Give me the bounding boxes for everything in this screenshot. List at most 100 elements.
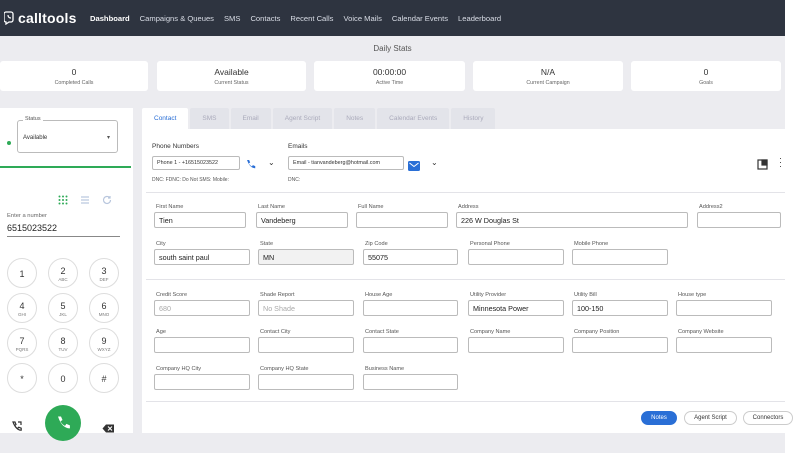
list-icon[interactable] <box>80 192 93 210</box>
zip-code-field[interactable]: 55075 <box>363 249 458 265</box>
backspace-icon[interactable] <box>102 420 115 438</box>
nav-campaigns-queues[interactable]: Campaigns & Queues <box>140 14 214 23</box>
contact-state-field[interactable] <box>363 337 458 353</box>
phone-options-chevron-icon[interactable]: ⌄ <box>268 158 275 167</box>
status-select[interactable]: Status Available ▾ <box>17 116 118 153</box>
tab-history[interactable]: History <box>451 108 496 129</box>
first-name-field[interactable]: Tien <box>154 212 246 228</box>
notes-button[interactable]: Notes <box>641 411 677 425</box>
tab-agent-script[interactable]: Agent Script <box>272 108 333 129</box>
stat-card-completed-calls: 0 Completed Calls <box>0 61 148 91</box>
dialer-panel: Status Available ▾ Enter a number 651502… <box>0 108 133 441</box>
nav-dashboard[interactable]: Dashboard <box>90 14 130 23</box>
phone-number-select[interactable]: Phone 1 - +16515023522 <box>152 156 240 170</box>
stat-value: Available <box>214 67 249 77</box>
call-button[interactable] <box>45 405 81 441</box>
full-name-field[interactable] <box>356 212 448 228</box>
number-input[interactable]: 6515023522 <box>7 223 57 233</box>
dial-key-7[interactable]: 7 PQRS <box>7 328 37 358</box>
logo[interactable]: calltools <box>4 10 84 26</box>
contact-city-label: Contact City <box>260 329 291 335</box>
tab-email[interactable]: Email <box>230 108 271 129</box>
divider <box>146 279 785 280</box>
key-digit: 4 <box>19 301 25 311</box>
tab-notes[interactable]: Notes <box>334 108 376 129</box>
personal-phone-field[interactable] <box>468 249 564 265</box>
nav-recent-calls[interactable]: Recent Calls <box>290 14 333 23</box>
company-website-field[interactable] <box>676 337 772 353</box>
dial-key-0[interactable]: 0 <box>48 363 78 393</box>
dial-key-6[interactable]: 6 MNO <box>89 293 119 323</box>
nav-voice-mails[interactable]: Voice Mails <box>343 14 381 23</box>
house-age-field[interactable] <box>363 300 458 316</box>
key-digit: 1 <box>19 269 25 279</box>
tab-contact[interactable]: Contact <box>142 108 189 129</box>
agent-script-button[interactable]: Agent Script <box>684 411 737 425</box>
contact-city-field[interactable] <box>258 337 354 353</box>
refresh-icon[interactable] <box>102 192 115 210</box>
nav-calendar-events[interactable]: Calendar Events <box>392 14 448 23</box>
status-value: Available <box>23 135 48 141</box>
company-hq-state-field[interactable] <box>258 374 354 390</box>
age-field[interactable] <box>154 337 250 353</box>
connectors-button[interactable]: Connectors <box>743 411 793 425</box>
transfer-call-icon[interactable] <box>11 419 22 437</box>
stat-label: Current Status <box>214 80 249 86</box>
shade-report-select[interactable]: No Shade <box>258 300 354 316</box>
utility-bill-field[interactable]: 100-150 <box>572 300 668 316</box>
dial-key-star[interactable]: * <box>7 363 37 393</box>
tab-calendar-events[interactable]: Calendar Events <box>377 108 450 129</box>
company-website-label: Company Website <box>678 329 724 335</box>
key-letters: ABC <box>58 277 68 282</box>
dialpad-icon[interactable] <box>58 192 71 210</box>
key-digit: 6 <box>101 301 107 311</box>
dial-key-4[interactable]: 4 GHI <box>7 293 37 323</box>
email-options-chevron-icon[interactable]: ⌄ <box>431 158 438 167</box>
send-email-icon[interactable] <box>408 158 420 176</box>
company-name-label: Company Name <box>470 329 511 335</box>
company-position-field[interactable] <box>572 337 668 353</box>
full-name-label: Full Name <box>358 204 384 210</box>
dial-key-9[interactable]: 9 WXYZ <box>89 328 119 358</box>
company-hq-city-field[interactable] <box>154 374 250 390</box>
business-name-field[interactable] <box>363 374 458 390</box>
first-name-label: First Name <box>156 204 184 210</box>
phone-flags: DNC: FDNC: Do Not SMS: Mobile: <box>152 177 229 183</box>
dial-key-hash[interactable]: # <box>89 363 119 393</box>
nav-sms[interactable]: SMS <box>224 14 240 23</box>
state-select[interactable]: MN <box>258 249 354 265</box>
company-position-label: Company Position <box>574 329 620 335</box>
call-phone-icon[interactable] <box>245 157 256 175</box>
dial-key-3[interactable]: 3 DEF <box>89 258 119 288</box>
nav-contacts[interactable]: Contacts <box>250 14 280 23</box>
company-name-field[interactable] <box>468 337 564 353</box>
address2-field[interactable] <box>697 212 781 228</box>
utility-provider-field[interactable]: Minnesota Power <box>468 300 564 316</box>
stat-value: 0 <box>703 67 709 77</box>
mobile-phone-field[interactable] <box>572 249 668 265</box>
more-options-icon[interactable]: · · · <box>779 154 782 171</box>
city-field[interactable]: south saint paul <box>154 249 250 265</box>
dial-key-2[interactable]: 2 ABC <box>48 258 78 288</box>
nav-leaderboard[interactable]: Leaderboard <box>458 14 501 23</box>
expand-view-icon[interactable] <box>757 157 768 175</box>
stat-label: Completed Calls <box>54 80 94 86</box>
email-select[interactable]: Email - tianvandeberg@hotmail.com <box>288 156 404 170</box>
house-type-field[interactable] <box>676 300 772 316</box>
daily-stats-row: 0 Completed Calls Available Current Stat… <box>0 61 785 91</box>
main-nav: Dashboard Campaigns & Queues SMS Contact… <box>90 14 511 23</box>
dial-key-8[interactable]: 8 TUV <box>48 328 78 358</box>
last-name-field[interactable]: Vandeberg <box>256 212 348 228</box>
key-letters: GHI <box>17 312 26 317</box>
credit-score-field[interactable]: 680 <box>154 300 250 316</box>
dial-key-1[interactable]: 1 <box>7 258 37 288</box>
house-age-label: House Age <box>365 292 393 298</box>
tab-sms[interactable]: SMS <box>190 108 229 129</box>
key-digit: 3 <box>101 266 107 276</box>
address-field[interactable]: 226 W Douglas St <box>456 212 688 228</box>
dial-key-5[interactable]: 5 JKL <box>48 293 78 323</box>
stat-label: Goals <box>699 80 713 86</box>
key-digit: 5 <box>60 301 66 311</box>
phone-select-value: Phone 1 - +16515023522 <box>157 160 219 166</box>
caret-down-icon: ▾ <box>106 135 110 141</box>
